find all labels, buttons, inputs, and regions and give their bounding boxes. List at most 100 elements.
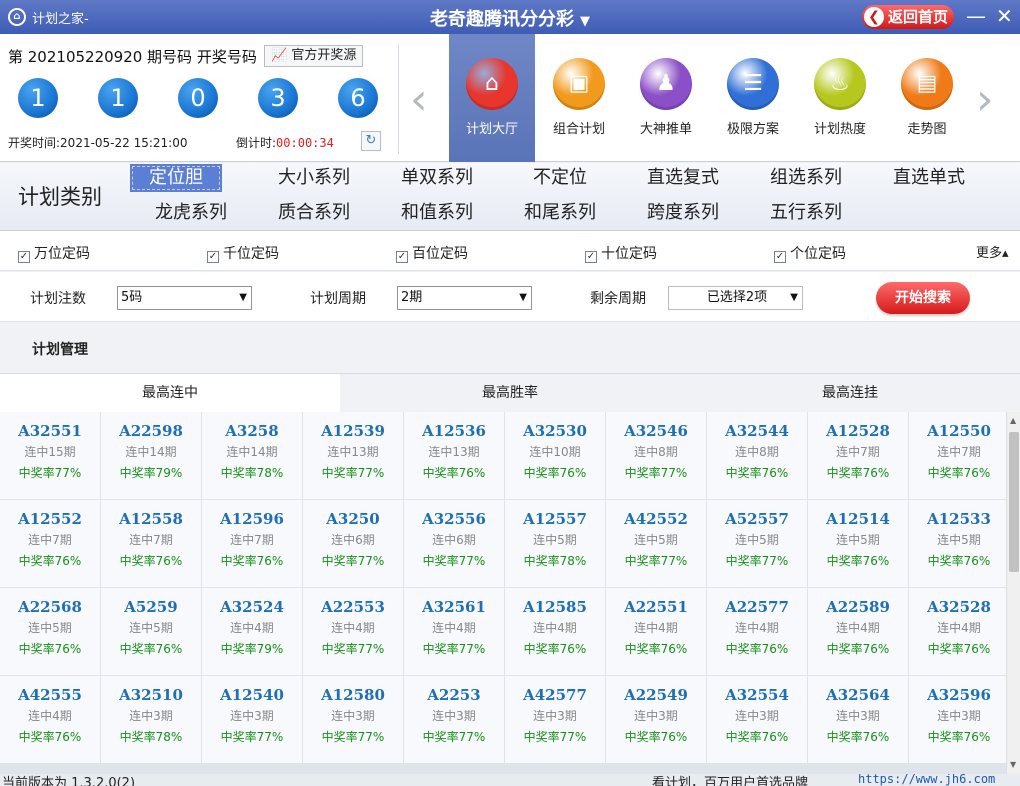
bets-select[interactable]: 5码 ▼ — [117, 286, 252, 310]
plan-card[interactable]: A42577 连中3期 中奖率77% — [505, 676, 605, 763]
return-home-button[interactable]: ❮ 返回首页 — [862, 5, 955, 29]
nav-item-extreme-plan[interactable]: ☰ 极限方案 — [710, 34, 796, 162]
scroll-thumb[interactable] — [1009, 432, 1019, 572]
plan-card[interactable]: A42552 连中5期 中奖率77% — [606, 500, 706, 587]
plan-card[interactable]: A32510 连中3期 中奖率78% — [101, 676, 201, 763]
nav-next-icon[interactable]: › — [976, 74, 994, 125]
category-item[interactable]: 大小系列 — [268, 164, 360, 192]
category-item[interactable]: 直选复式 — [637, 164, 729, 192]
plan-card[interactable]: A2253 连中3期 中奖率77% — [404, 676, 504, 763]
category-item[interactable]: 不定位 — [514, 164, 606, 192]
checkbox-ge[interactable]: ✓ 个位定码 — [774, 243, 846, 263]
plan-card[interactable]: A32556 连中6期 中奖率77% — [404, 500, 504, 587]
checkbox-shi[interactable]: ✓ 十位定码 — [585, 243, 657, 263]
plan-card[interactable]: A3250 连中6期 中奖率77% — [303, 500, 403, 587]
plan-streak: 连中4期 — [735, 621, 779, 635]
category-item[interactable]: 和值系列 — [391, 199, 483, 227]
plan-card[interactable]: A32524 连中4期 中奖率79% — [202, 588, 302, 675]
site-link[interactable]: https://www.jh6.com — [858, 774, 995, 786]
plan-card[interactable]: A32554 连中3期 中奖率76% — [707, 676, 807, 763]
tab-highest-win-rate[interactable]: 最高胜率 — [340, 374, 680, 412]
plan-card[interactable]: A12557 连中5期 中奖率78% — [505, 500, 605, 587]
plan-card[interactable]: A32544 连中8期 中奖率76% — [707, 412, 807, 499]
category-item[interactable]: 定位胆 — [130, 164, 222, 192]
plan-win-rate: 中奖率76% — [220, 554, 284, 568]
plan-card[interactable]: A32596 连中3期 中奖率76% — [909, 676, 1006, 763]
nav-item-plan-heat[interactable]: ♨ 计划热度 — [797, 34, 883, 162]
plan-card[interactable]: A12550 连中7期 中奖率76% — [909, 412, 1006, 499]
category-item[interactable]: 单双系列 — [391, 164, 483, 192]
more-toggle[interactable]: 更多▴ — [976, 242, 1009, 261]
plan-card[interactable]: A22549 连中3期 中奖率76% — [606, 676, 706, 763]
category-item[interactable]: 质合系列 — [268, 199, 360, 227]
tab-highest-streak[interactable]: 最高连中 — [0, 374, 340, 412]
close-button[interactable]: ✕ — [996, 4, 1013, 28]
plan-card[interactable]: A12533 连中5期 中奖率76% — [909, 500, 1006, 587]
plan-card[interactable]: A32530 连中10期 中奖率76% — [505, 412, 605, 499]
plan-card[interactable]: A12539 连中13期 中奖率77% — [303, 412, 403, 499]
plan-card[interactable]: A12540 连中3期 中奖率77% — [202, 676, 302, 763]
plan-win-rate: 中奖率76% — [18, 730, 82, 744]
plan-card[interactable]: A12514 连中5期 中奖率76% — [808, 500, 908, 587]
plan-card[interactable]: A22568 连中5期 中奖率76% — [0, 588, 100, 675]
plan-card[interactable]: A32528 连中4期 中奖率76% — [909, 588, 1006, 675]
refresh-icon[interactable]: ↻ — [361, 131, 381, 151]
category-item[interactable]: 五行系列 — [760, 199, 852, 227]
result-ball: 1 — [98, 78, 138, 118]
plan-card[interactable]: A12558 连中7期 中奖率76% — [101, 500, 201, 587]
nav-item-plan-hall[interactable]: ⌂ 计划大厅 — [449, 34, 535, 162]
period-select[interactable]: 2期 ▼ — [397, 286, 532, 310]
plan-card[interactable]: A32551 连中15期 中奖率77% — [0, 412, 100, 499]
plan-code: A32551 — [18, 422, 82, 440]
nav-item-combo-plan[interactable]: ▣ 组合计划 — [536, 34, 622, 162]
plan-card[interactable]: A22598 连中14期 中奖率79% — [101, 412, 201, 499]
plan-card[interactable]: A42555 连中4期 中奖率76% — [0, 676, 100, 763]
plan-card[interactable]: A32546 连中8期 中奖率77% — [606, 412, 706, 499]
scroll-down-icon[interactable]: ▼ — [1010, 760, 1016, 769]
nav-item-trend-chart[interactable]: ▤ 走势图 — [884, 34, 970, 162]
plan-card[interactable]: A22589 连中4期 中奖率76% — [808, 588, 908, 675]
scroll-up-icon[interactable]: ▲ — [1010, 416, 1016, 425]
remaining-select[interactable]: 已选择2项 ▼ — [668, 286, 803, 310]
minimize-button[interactable]: — — [966, 4, 986, 28]
plan-card[interactable]: A52557 连中5期 中奖率77% — [707, 500, 807, 587]
nav-item-label: 计划大厅 — [465, 122, 518, 137]
plan-card[interactable]: A22553 连中4期 中奖率77% — [303, 588, 403, 675]
plan-card[interactable]: A12585 连中4期 中奖率76% — [505, 588, 605, 675]
checkbox-tick-icon: ✓ — [774, 251, 786, 263]
plan-card[interactable]: A12552 连中7期 中奖率76% — [0, 500, 100, 587]
plan-card[interactable]: A32564 连中3期 中奖率76% — [808, 676, 908, 763]
plan-card[interactable]: A3258 连中14期 中奖率78% — [202, 412, 302, 499]
plan-card[interactable]: A5259 连中5期 中奖率76% — [101, 588, 201, 675]
category-item[interactable]: 组选系列 — [760, 164, 852, 192]
plan-code: A12596 — [220, 510, 284, 528]
plan-streak: 连中14期 — [125, 445, 177, 459]
chart-icon: 📈 — [271, 48, 288, 63]
start-search-button[interactable]: 开始搜索 — [876, 282, 970, 314]
category-item[interactable]: 直选单式 — [883, 164, 975, 192]
plan-streak: 连中4期 — [230, 621, 274, 635]
category-item[interactable]: 龙虎系列 — [145, 199, 237, 227]
plan-streak: 连中4期 — [28, 709, 72, 723]
plan-win-rate: 中奖率79% — [119, 466, 183, 480]
plan-streak: 连中5期 — [533, 533, 577, 547]
plan-card[interactable]: A12580 连中3期 中奖率77% — [303, 676, 403, 763]
nav-item-expert-picks[interactable]: ♟ 大神推单 — [623, 34, 709, 162]
tab-highest-loss-streak[interactable]: 最高连挂 — [680, 374, 1020, 412]
plan-card[interactable]: A22577 连中4期 中奖率76% — [707, 588, 807, 675]
checkbox-qian[interactable]: ✓ 千位定码 — [207, 243, 279, 263]
category-item[interactable]: 跨度系列 — [637, 199, 729, 227]
official-source-button[interactable]: 📈 官方开奖源 — [264, 45, 364, 67]
category-item[interactable]: 和尾系列 — [514, 199, 606, 227]
plan-card[interactable]: A12596 连中7期 中奖率76% — [202, 500, 302, 587]
nav-prev-icon[interactable]: ‹ — [410, 74, 428, 125]
plan-code: A22568 — [18, 598, 82, 616]
checkbox-wan[interactable]: ✓ 万位定码 — [18, 243, 90, 263]
grid-scrollbar[interactable]: ▲ ▼ — [1006, 412, 1020, 774]
plan-card[interactable]: A22551 连中4期 中奖率76% — [606, 588, 706, 675]
plan-card[interactable]: A32561 连中4期 中奖率77% — [404, 588, 504, 675]
plan-card[interactable]: A12536 连中13期 中奖率76% — [404, 412, 504, 499]
remaining-value: 已选择2项 — [706, 290, 768, 305]
checkbox-bai[interactable]: ✓ 百位定码 — [396, 243, 468, 263]
plan-card[interactable]: A12528 连中7期 中奖率76% — [808, 412, 908, 499]
